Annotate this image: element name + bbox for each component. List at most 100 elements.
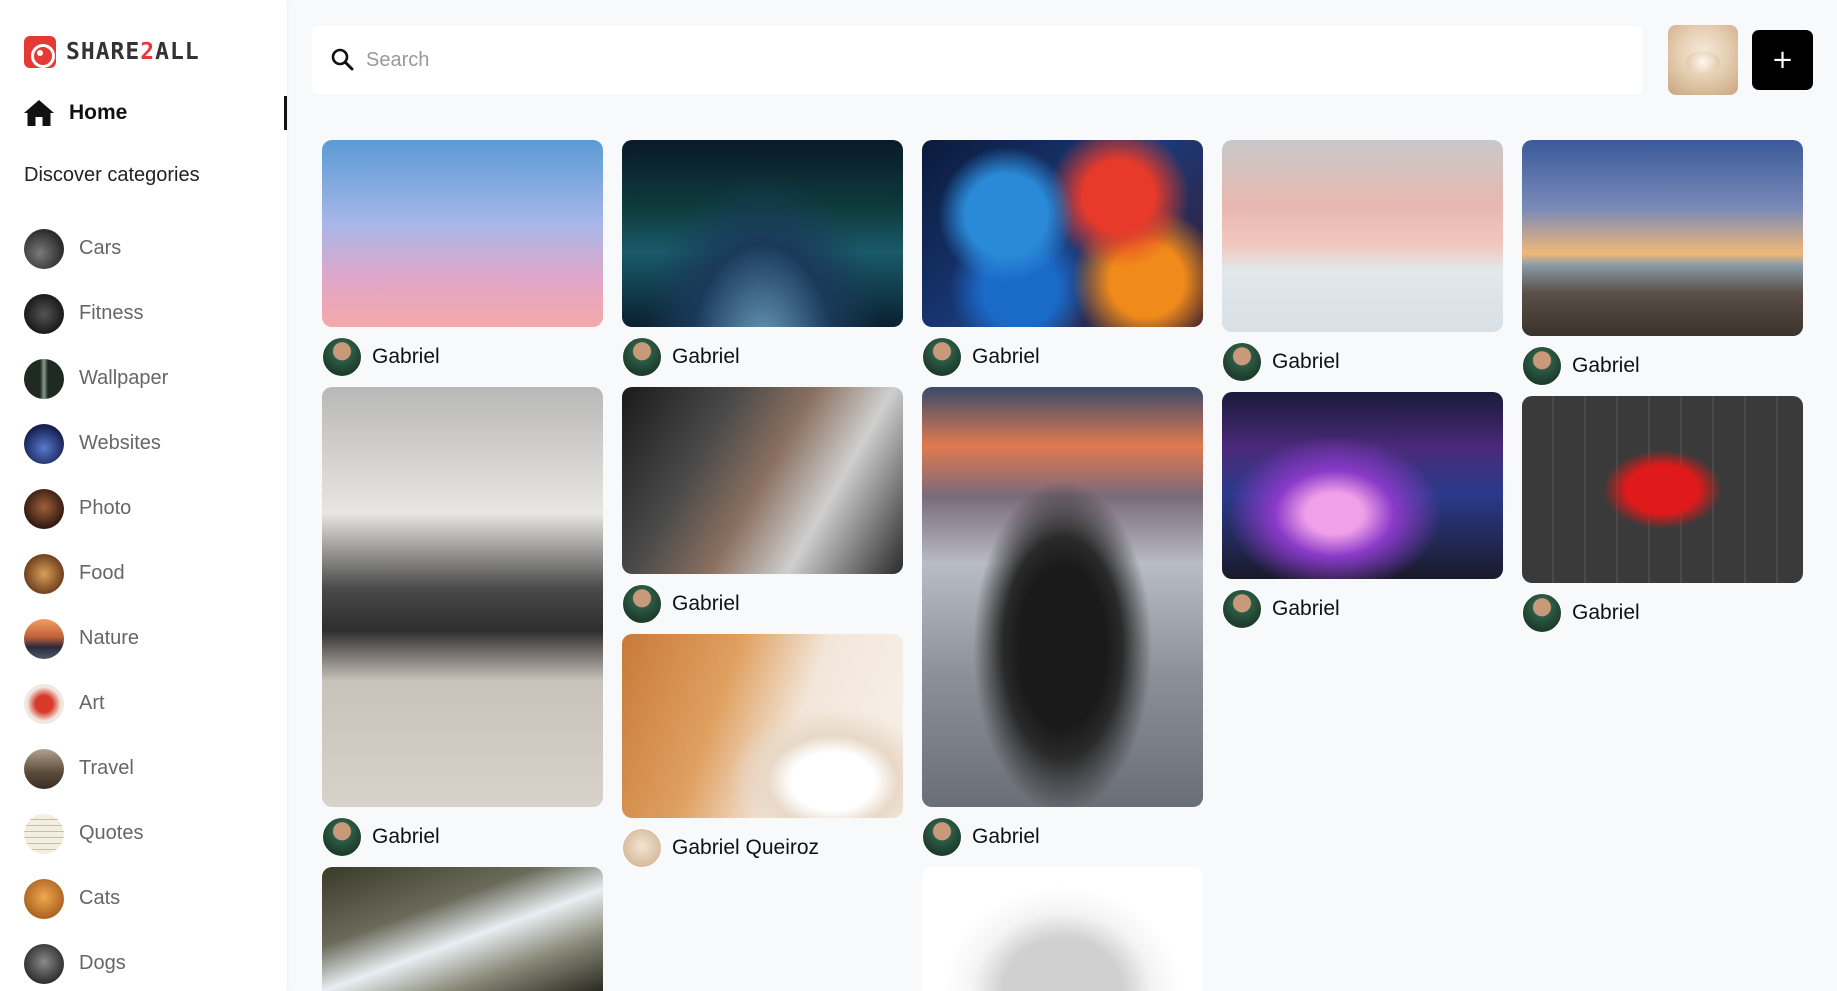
- pin-image[interactable]: [922, 387, 1203, 807]
- pin-author[interactable]: Gabriel: [622, 337, 903, 377]
- pin-author[interactable]: Gabriel: [1522, 593, 1803, 633]
- category-label: Quotes: [79, 822, 144, 844]
- pin-image[interactable]: [322, 140, 603, 327]
- author-name: Gabriel Queiroz: [672, 836, 820, 859]
- category-label: Wallpaper: [79, 367, 169, 389]
- pin-author[interactable]: Gabriel: [622, 584, 903, 624]
- user-avatar[interactable]: [1668, 25, 1738, 95]
- pin-card[interactable]: Gabriel: [622, 387, 903, 624]
- category-item-photo[interactable]: Photo: [24, 476, 168, 541]
- pin-card[interactable]: Gabriel: [1222, 140, 1503, 382]
- category-label: Art: [79, 692, 105, 714]
- category-item-food[interactable]: Food: [24, 541, 168, 606]
- pin-author[interactable]: Gabriel: [922, 817, 1203, 857]
- pin-author[interactable]: Gabriel: [322, 337, 603, 377]
- author-avatar: [322, 817, 362, 857]
- author-avatar: [622, 828, 662, 868]
- nav-home-label: Home: [69, 101, 128, 124]
- pin-image[interactable]: [622, 140, 903, 327]
- pin-image[interactable]: [1222, 392, 1503, 579]
- pin-image[interactable]: [622, 634, 903, 818]
- category-label: Websites: [79, 432, 161, 454]
- category-thumb: [24, 618, 64, 659]
- brand-name: SHARE2ALL: [66, 39, 200, 65]
- author-name: Gabriel: [372, 825, 440, 848]
- category-item-cats[interactable]: Cats: [24, 866, 168, 931]
- pin-author[interactable]: Gabriel: [1222, 342, 1503, 382]
- pin-image[interactable]: [322, 867, 603, 991]
- author-avatar: [1522, 593, 1562, 633]
- category-item-art[interactable]: Art: [24, 671, 168, 736]
- category-item-quotes[interactable]: Quotes: [24, 801, 168, 866]
- author-name: Gabriel: [1272, 350, 1340, 373]
- add-pin-button[interactable]: +: [1752, 30, 1813, 90]
- category-item-nature[interactable]: Nature: [24, 606, 168, 671]
- pin-image[interactable]: [622, 387, 903, 574]
- author-name: Gabriel: [972, 825, 1040, 848]
- search-bar[interactable]: [312, 26, 1642, 94]
- category-item-fitness[interactable]: Fitness: [24, 281, 168, 346]
- pin-author[interactable]: Gabriel: [1522, 346, 1803, 386]
- category-thumb: [24, 293, 64, 334]
- author-name: Gabriel: [372, 345, 440, 368]
- category-item-wallpaper[interactable]: Wallpaper: [24, 346, 168, 411]
- pin-author[interactable]: Gabriel: [922, 337, 1203, 377]
- pin-image[interactable]: [922, 140, 1203, 327]
- pin-card[interactable]: Gabriel: [322, 387, 603, 857]
- brand-logo[interactable]: SHARE2ALL: [24, 36, 200, 68]
- author-name: Gabriel: [972, 345, 1040, 368]
- category-label: Cars: [79, 237, 122, 259]
- author-name: Gabriel: [1272, 597, 1340, 620]
- pin-card[interactable]: [922, 867, 1203, 991]
- category-label: Food: [79, 562, 125, 584]
- pin-card[interactable]: Gabriel: [622, 140, 903, 377]
- pin-card[interactable]: Gabriel: [1522, 396, 1803, 633]
- pin-image[interactable]: [922, 867, 1203, 991]
- pin-image[interactable]: [1522, 396, 1803, 583]
- category-item-dogs[interactable]: Dogs: [24, 931, 168, 991]
- category-thumb: [24, 748, 64, 789]
- pin-image[interactable]: [1222, 140, 1503, 332]
- category-thumb: [24, 683, 64, 724]
- category-item-cars[interactable]: Cars: [24, 216, 168, 281]
- pin-author[interactable]: Gabriel: [322, 817, 603, 857]
- camera-icon: [24, 36, 56, 68]
- author-avatar: [622, 337, 662, 377]
- pin-image[interactable]: [322, 387, 603, 807]
- author-avatar: [1222, 342, 1262, 382]
- author-name: Gabriel: [672, 345, 740, 368]
- author-name: Gabriel: [1572, 354, 1640, 377]
- search-input[interactable]: [366, 48, 1566, 72]
- pin-card[interactable]: Gabriel: [322, 140, 603, 377]
- home-icon: [24, 100, 54, 126]
- category-label: Dogs: [79, 952, 126, 974]
- pin-card[interactable]: [322, 867, 603, 991]
- category-label: Fitness: [79, 302, 144, 324]
- category-thumb: [24, 553, 64, 594]
- author-name: Gabriel: [672, 592, 740, 615]
- category-thumb: [24, 943, 64, 984]
- author-avatar: [322, 337, 362, 377]
- author-avatar: [1222, 589, 1262, 629]
- discover-categories-title: Discover categories: [24, 164, 200, 186]
- sidebar: SHARE2ALL Home Discover categories Cars …: [0, 0, 287, 991]
- nav-home[interactable]: Home: [22, 96, 287, 130]
- pin-card[interactable]: Gabriel Queiroz: [622, 634, 903, 868]
- pin-card[interactable]: Gabriel: [1222, 392, 1503, 629]
- author-avatar: [922, 817, 962, 857]
- category-item-websites[interactable]: Websites: [24, 411, 168, 476]
- pin-image[interactable]: [1522, 140, 1803, 336]
- pin-card[interactable]: Gabriel: [922, 140, 1203, 377]
- category-item-travel[interactable]: Travel: [24, 736, 168, 801]
- pin-card[interactable]: Gabriel: [922, 387, 1203, 857]
- pin-author[interactable]: Gabriel Queiroz: [622, 828, 903, 868]
- author-name: Gabriel: [1572, 601, 1640, 624]
- pin-author[interactable]: Gabriel: [1222, 589, 1503, 629]
- category-list: Cars Fitness Wallpaper Websites Photo Fo…: [24, 216, 168, 991]
- category-label: Nature: [79, 627, 140, 649]
- category-label: Photo: [79, 497, 132, 519]
- category-thumb: [24, 358, 64, 399]
- author-avatar: [622, 584, 662, 624]
- category-thumb: [24, 488, 64, 529]
- pin-card[interactable]: Gabriel: [1522, 140, 1803, 386]
